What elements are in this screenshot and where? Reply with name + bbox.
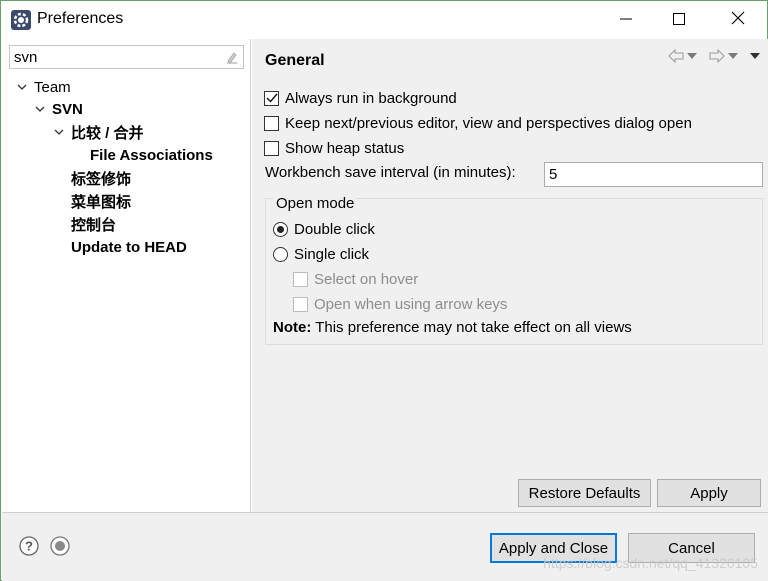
checkbox-label: Keep next/previous editor, view and pers… — [285, 114, 692, 132]
checkbox-box[interactable] — [264, 140, 279, 156]
save-interval-input[interactable] — [544, 162, 763, 187]
single-click-radio[interactable]: Single click — [273, 243, 369, 265]
open-arrow-keys-checkbox[interactable]: Open when using arrow keys — [293, 293, 507, 315]
chevron-down-icon[interactable] — [51, 129, 67, 136]
close-button[interactable] — [715, 1, 761, 39]
dialog-footer: ? Apply and Close Cancel https://blog.cs… — [2, 513, 768, 581]
help-icon[interactable]: ? — [19, 536, 39, 556]
checkbox-label: Always run in background — [285, 89, 457, 107]
radio-button[interactable] — [273, 246, 288, 262]
tree-item-label: Team — [34, 78, 71, 96]
chevron-down-icon[interactable] — [32, 106, 48, 113]
radio-label: Single click — [294, 245, 370, 263]
tree-item-label-decorations[interactable]: 标签修饰 — [71, 167, 131, 189]
tree-item-label: SVN — [52, 100, 83, 118]
open-mode-group: Open mode Double click Single click Sele… — [265, 195, 763, 345]
tree-item-label: Update to HEAD — [71, 238, 187, 256]
page-title: General — [265, 52, 325, 69]
note-text: This preference may not take effect on a… — [311, 319, 632, 336]
window-title: Preferences — [37, 10, 124, 27]
restore-defaults-button[interactable]: Restore Defaults — [518, 479, 651, 507]
show-heap-checkbox[interactable]: Show heap status — [264, 137, 404, 159]
tree-item-update-to-head[interactable]: Update to HEAD — [71, 236, 187, 258]
tree-item-label: 比较 / 合并 — [71, 124, 144, 142]
checkbox-label: Show heap status — [285, 139, 405, 157]
tree-item-label: 控制台 — [71, 216, 117, 234]
tree-item-label: 标签修饰 — [71, 170, 132, 188]
tree-item-menu-icons[interactable]: 菜单图标 — [71, 190, 131, 212]
page-header: General — [252, 39, 768, 77]
checkbox-label: Select on hover — [314, 270, 419, 288]
watermark-text: https://blog.csdn.net/qq_41320105 — [543, 555, 758, 571]
close-icon — [731, 11, 745, 29]
filter-field — [9, 45, 244, 69]
preference-tree-pane: Team SVN 比较 / 合并 File Associations 标签修饰 … — [2, 39, 251, 512]
apply-button[interactable]: Apply — [657, 479, 761, 507]
tree-item-svn[interactable]: SVN — [32, 98, 83, 120]
gear-icon — [11, 10, 31, 30]
minimize-icon — [620, 12, 632, 29]
view-menu-icon[interactable] — [750, 53, 760, 59]
forward-dropdown-icon[interactable] — [728, 53, 738, 59]
note-label: Note: — [273, 319, 312, 336]
open-mode-title: Open mode — [274, 195, 357, 212]
checkbox-box[interactable] — [293, 296, 308, 312]
tree-item-file-associations[interactable]: File Associations — [90, 144, 213, 166]
tree-item-label: 菜单图标 — [71, 193, 132, 211]
select-on-hover-checkbox[interactable]: Select on hover — [293, 268, 418, 290]
checkbox-box[interactable] — [264, 115, 279, 131]
checkbox-box[interactable] — [264, 90, 279, 106]
maximize-icon — [673, 12, 685, 29]
save-interval-label: Workbench save interval (in minutes): — [265, 164, 516, 181]
svg-text:?: ? — [25, 539, 33, 554]
always-run-checkbox[interactable]: Always run in background — [264, 87, 457, 109]
tree-item-compare-merge[interactable]: 比较 / 合并 — [51, 121, 144, 143]
record-macro-icon[interactable] — [50, 536, 70, 556]
forward-arrow-icon[interactable] — [709, 49, 725, 63]
checkbox-box[interactable] — [293, 271, 308, 287]
radio-label: Double click — [294, 220, 375, 238]
radio-button[interactable] — [273, 221, 288, 237]
tree-item-console[interactable]: 控制台 — [71, 213, 116, 235]
clear-filter-icon[interactable] — [225, 50, 239, 68]
back-arrow-icon[interactable] — [668, 49, 684, 63]
double-click-radio[interactable]: Double click — [273, 218, 375, 240]
maximize-button[interactable] — [656, 1, 702, 39]
checkbox-label: Open when using arrow keys — [314, 295, 508, 313]
keep-next-prev-checkbox[interactable]: Keep next/previous editor, view and pers… — [264, 112, 692, 134]
page-navigation — [668, 49, 760, 63]
minimize-button[interactable] — [603, 1, 649, 39]
tree-item-team[interactable]: Team — [14, 76, 71, 98]
title-bar: Preferences — [1, 1, 767, 39]
preferences-window: Preferences svn Team SVN 比较 / 合并 File As… — [0, 0, 768, 581]
open-mode-note: Note: This preference may not take effec… — [273, 319, 632, 336]
filter-input[interactable] — [12, 46, 222, 68]
chevron-down-icon[interactable] — [14, 84, 30, 91]
preference-page: General Always run in background Keep ne… — [252, 39, 768, 512]
tree-item-label: File Associations — [90, 146, 213, 164]
back-dropdown-icon[interactable] — [687, 53, 697, 59]
